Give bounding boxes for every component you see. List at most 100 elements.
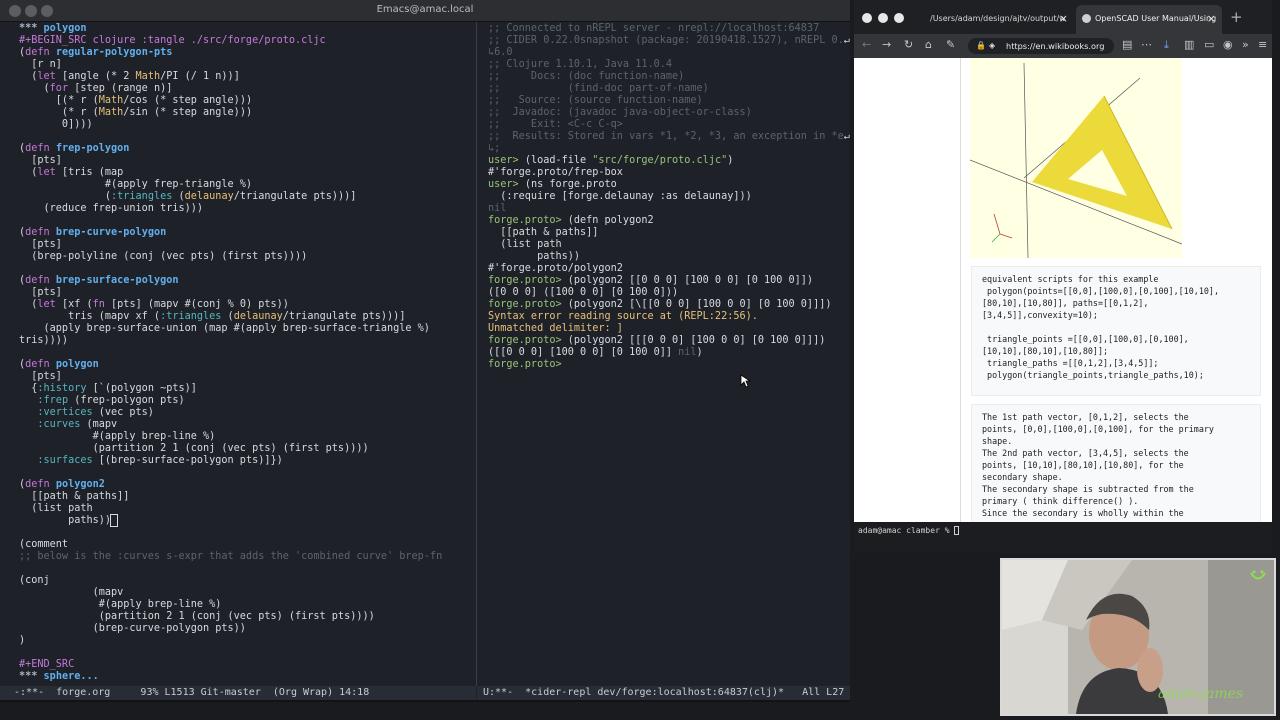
tab-local-output[interactable]: /Users/adam/design/ajtv/output/w × [924, 5, 1074, 34]
code-token: ;; Clojure 1.10.1, Java 11.0.4 [488, 59, 673, 70]
back-icon[interactable]: ← [862, 38, 871, 51]
code-token: ( [19, 191, 112, 202]
reload-icon[interactable]: ↻ [904, 38, 913, 51]
code-token: polygon [43, 23, 87, 34]
tab-openscad-manual[interactable]: OpenSCAD User Manual/Using × [1076, 5, 1222, 34]
code-token: [(brep-surface-polygon pts)]}) [92, 455, 283, 466]
code-line: Since the secondary is wholly within the [982, 508, 1184, 518]
org-buffer-pane[interactable]: *** polygon #+BEGIN_SRC clojure :tangle .… [0, 22, 476, 686]
code-token: (list path [488, 239, 562, 250]
extension-icon[interactable]: ✎ [946, 38, 955, 51]
wikibooks-page[interactable]: equivalent scripts for this example poly… [854, 58, 1272, 522]
browser-close-icon[interactable] [862, 13, 872, 23]
code-line: (reduce frep-union tris))) [19, 203, 476, 215]
code-line: 0]))) [19, 119, 476, 131]
repl-line: ([0 0 0] ([100 0 0] [0 100 0])) [488, 287, 850, 299]
code-token: [r n] [19, 59, 62, 70]
code-token: (vec pts) [92, 407, 154, 418]
code-line: [pts] [19, 239, 476, 251]
code-token: [angle (* 2 [55, 71, 136, 82]
code-token: (polygon2 [\[[0 0 0] [100 0 0] [0 100 0]… [567, 299, 832, 310]
code-token: paths)) [488, 251, 581, 262]
library-icon[interactable]: ▥ [1184, 38, 1194, 51]
code-token: tris (mapv xf ( [19, 311, 161, 322]
code-token: paths)) [19, 515, 112, 526]
code-token: frep-polygon [55, 143, 130, 154]
code-token: (partition 2 1 (conj (vec pts) (first pt… [19, 443, 369, 454]
code-line: (:triangles (delaunay/triangulate pts)))… [19, 191, 476, 203]
webcam-logo-icon [1250, 570, 1266, 580]
browser-zoom-icon[interactable] [894, 13, 904, 23]
code-line: *** polygon [19, 23, 476, 35]
code-line: *** sphere... [19, 671, 476, 683]
repl-line: ;; Results: Stored in vars *1, *2, *3, a… [488, 131, 850, 143]
browser-window: /Users/adam/design/ajtv/output/w × OpenS… [854, 0, 1272, 522]
url-bar[interactable]: 🔒 ◈ https://en.wikibooks.org [968, 38, 1114, 54]
code-line: shape. [982, 436, 1013, 446]
code-token: ) [727, 155, 734, 166]
code-line: (let [xf (fn [pts] (mapv #(conj % 0) pts… [19, 299, 476, 311]
code-token: #'forge.proto/frep-box [488, 167, 623, 178]
sidebar-icon[interactable]: ▭ [1204, 38, 1214, 51]
code-token: forge.proto> [488, 335, 568, 346]
code-token: [pts] [19, 155, 62, 166]
code-token: #(apply brep-line %) [19, 431, 216, 442]
url-text: https://en.wikibooks.org [1006, 41, 1105, 51]
code-line: (partition 2 1 (conj (vec pts) (first pt… [19, 611, 476, 623]
polygon-shape [1032, 96, 1172, 229]
webcam-overlay: adam-james [1000, 558, 1276, 716]
code-token: tris)))) [19, 335, 69, 346]
content-border [960, 58, 961, 522]
overflow-icon[interactable]: » [1242, 38, 1249, 51]
code-token: (reduce frep-union tris))) [19, 203, 204, 214]
browser-minimize-icon[interactable] [878, 13, 888, 23]
more-icon[interactable]: ⋯ [1141, 38, 1152, 51]
repl-line: forge.proto> (polygon2 [[0 0 0] [100 0 0… [488, 275, 850, 287]
code-token: (* r ( [19, 107, 99, 118]
code-token: ;; below is the :curves s-expr that adds… [19, 551, 443, 562]
repl-line: Unmatched delimiter: ] [488, 323, 850, 335]
code-line: (defn brep-curve-polygon [19, 227, 476, 239]
code-token: ;; Exit: <C-c C-q> [488, 119, 623, 130]
code-token: [[path & paths]] [488, 227, 599, 238]
code-line: points, [10,10],[80,10],[10,80], for the [982, 460, 1184, 470]
code-token: (ns forge.proto [524, 179, 617, 190]
new-tab-icon[interactable]: + [1230, 8, 1243, 26]
home-icon[interactable]: ⌂ [925, 38, 932, 51]
code-line: polygon(triangle_points,triangle_paths,1… [982, 370, 1204, 380]
tab-label: OpenSCAD User Manual/Using [1095, 14, 1217, 23]
menu-icon[interactable]: ≡ [1258, 38, 1267, 51]
code-token: (brep-curve-polygon pts)) [19, 623, 246, 634]
code-token: nil [678, 347, 697, 358]
repl-line: ;; Clojure 1.10.1, Java 11.0.4 [488, 59, 850, 71]
code-token: (conj [19, 575, 50, 586]
code-token: :history [37, 383, 87, 394]
code-line: (defn polygon2 [19, 479, 476, 491]
reader-icon[interactable]: ▤ [1122, 38, 1132, 51]
cider-repl-pane[interactable]: ;; Connected to nREPL server - nrepl://l… [477, 22, 850, 686]
close-tab-icon[interactable]: × [1059, 5, 1068, 33]
close-tab-icon[interactable]: × [1207, 5, 1216, 33]
account-icon[interactable]: ◉ [1223, 38, 1233, 51]
code-token: (mapv [19, 587, 124, 598]
code-line: polygon(points=[[0,0],[100,0],[0,100],[1… [982, 286, 1219, 296]
code-token: *** [19, 671, 44, 682]
forward-icon[interactable]: → [882, 38, 891, 51]
code-token: ) [19, 635, 26, 646]
code-token: (list path [19, 503, 93, 514]
repl-line: (list path [488, 239, 850, 251]
code-line: tris)))) [19, 335, 476, 347]
repl-line: forge.proto> (polygon2 [[[0 0 0] [100 0 … [488, 335, 850, 347]
code-line: paths)) [19, 514, 476, 527]
code-token: [pts] [19, 287, 62, 298]
terminal-window[interactable]: adam@amac clamber % [854, 523, 1272, 553]
download-icon[interactable]: ⤓ [1164, 38, 1169, 52]
code-token: ( [19, 167, 38, 178]
repl-line: forge.proto> (polygon2 [\[[0 0 0] [100 0… [488, 299, 850, 311]
code-line: (defn regular-polygon-pts [19, 47, 476, 59]
code-token: defn [25, 275, 50, 286]
